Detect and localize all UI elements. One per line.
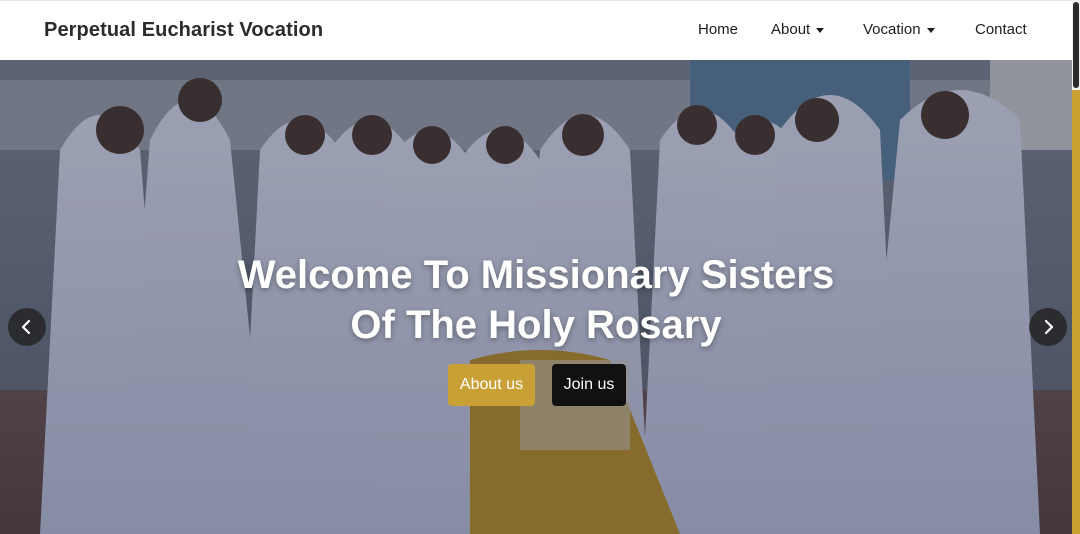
nav-vocation[interactable]: Vocation (863, 21, 935, 38)
scrollbar-accent (1072, 90, 1080, 534)
nav-about[interactable]: About (771, 21, 825, 38)
chevron-left-icon (21, 319, 31, 335)
hero-title-line2: Of The Holy Rosary (350, 303, 722, 347)
hero-title: Welcome To Missionary Sisters Of The Hol… (0, 250, 1072, 350)
page-scrollbar[interactable] (1072, 0, 1080, 534)
nav-vocation-label: Vocation (863, 21, 921, 38)
caret-down-icon (926, 27, 935, 33)
nav-home[interactable]: Home (698, 21, 738, 38)
hero-carousel: Welcome To Missionary Sisters Of The Hol… (0, 60, 1072, 534)
join-us-button[interactable]: Join us (552, 364, 626, 406)
nav-contact-label: Contact (975, 21, 1027, 38)
about-us-button[interactable]: About us (448, 364, 535, 406)
carousel-prev-button[interactable] (8, 308, 46, 346)
nav-contact[interactable]: Contact (975, 21, 1027, 38)
chevron-right-icon (1044, 319, 1054, 335)
scrollbar-thumb[interactable] (1073, 2, 1079, 88)
carousel-next-button[interactable] (1029, 308, 1067, 346)
nav-home-label: Home (698, 21, 739, 38)
nav-about-label: About (771, 21, 811, 38)
hero-title-line1: Welcome To Missionary Sisters (237, 253, 835, 297)
nav-links: Home About Vocation Contact (0, 21, 1072, 43)
caret-down-icon (816, 27, 825, 33)
top-navbar: Perpetual Eucharist Vocation Home About … (0, 0, 1072, 60)
